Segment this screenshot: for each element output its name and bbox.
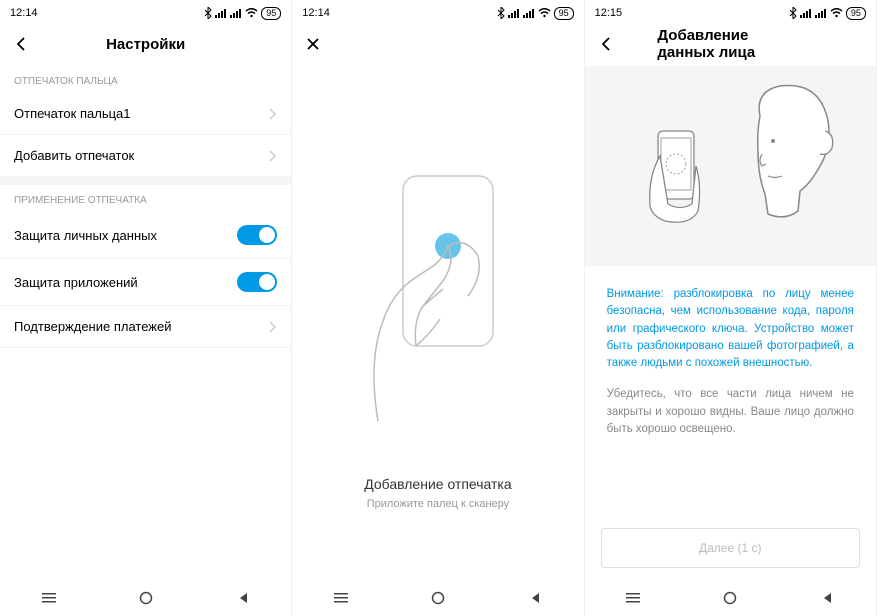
status-icons: 95 [497, 7, 574, 20]
face-warning: Внимание: разблокировка по лицу менее бе… [607, 286, 854, 372]
face-illustration [585, 66, 876, 266]
fp-subtitle: Приложите палец к сканеру [312, 498, 563, 510]
chevron-right-icon [267, 107, 277, 121]
bluetooth-icon [789, 7, 797, 19]
fp-title: Добавление отпечатка [312, 476, 563, 492]
signal-icon [215, 8, 227, 18]
face-text: Внимание: разблокировка по лицу менее бе… [585, 286, 876, 438]
nav-bar [585, 580, 876, 616]
status-bar: 12:14 95 [0, 0, 291, 22]
status-bar: 12:15 95 [585, 0, 876, 22]
nav-menu-icon[interactable] [625, 590, 641, 606]
nav-menu-icon[interactable] [41, 590, 57, 606]
item-label: Подтверждение платежей [14, 319, 172, 334]
battery-icon: 95 [554, 7, 574, 20]
chevron-right-icon [267, 149, 277, 163]
signal-icon [800, 8, 812, 18]
item-payments[interactable]: Подтверждение платежей [0, 306, 291, 348]
section-fingerprint: ОТПЕЧАТОК ПАЛЬЦА [0, 66, 291, 93]
section-usage: ПРИМЕНЕНИЕ ОТПЕЧАТКА [0, 185, 291, 212]
status-bar: 12:14 95 [292, 0, 583, 22]
time: 12:15 [595, 7, 623, 19]
bluetooth-icon [497, 7, 505, 19]
item-privacy[interactable]: Защита личных данных [0, 212, 291, 259]
header: Настройки [0, 22, 291, 66]
nav-menu-icon[interactable] [333, 590, 349, 606]
next-button[interactable]: Далее (1 с) [601, 528, 860, 568]
nav-bar [0, 580, 291, 616]
face-instruction: Убедитесь, что все части лица ничем не з… [607, 386, 854, 438]
nav-back-icon[interactable] [527, 590, 543, 606]
status-icons: 95 [789, 7, 866, 20]
section-gap [0, 177, 291, 185]
signal-icon-2 [815, 8, 827, 18]
close-icon[interactable] [304, 35, 322, 53]
toggle-privacy[interactable] [237, 225, 277, 245]
signal-icon-2 [523, 8, 535, 18]
page-title: Настройки [106, 36, 185, 53]
nav-home-icon[interactable] [722, 590, 738, 606]
wifi-icon [245, 8, 258, 18]
item-label: Защита личных данных [14, 228, 157, 243]
nav-back-icon[interactable] [235, 590, 251, 606]
item-label: Добавить отпечаток [14, 148, 134, 163]
bluetooth-icon [204, 7, 212, 19]
fingerprint-illustration [292, 66, 583, 476]
time: 12:14 [302, 7, 330, 19]
phone-settings: 12:14 95 Настройки ОТПЕЧАТОК ПАЛЬЦА Отпе… [0, 0, 292, 616]
nav-home-icon[interactable] [430, 590, 446, 606]
fingerprint-content: Добавление отпечатка Приложите палец к с… [292, 66, 583, 580]
back-icon[interactable] [597, 35, 615, 53]
fingerprint-text: Добавление отпечатка Приложите палец к с… [292, 476, 583, 530]
face-content: Внимание: разблокировка по лицу менее бе… [585, 66, 876, 580]
chevron-right-icon [267, 320, 277, 334]
item-label: Отпечаток пальца1 [14, 106, 131, 121]
time: 12:14 [10, 7, 38, 19]
item-fingerprint-1[interactable]: Отпечаток пальца1 [0, 93, 291, 135]
wifi-icon [830, 8, 843, 18]
signal-icon [508, 8, 520, 18]
page-title: Добавление данных лица [657, 27, 803, 61]
phone-face-data: 12:15 95 Добавление данных лица [585, 0, 877, 616]
back-icon[interactable] [12, 35, 30, 53]
settings-content: ОТПЕЧАТОК ПАЛЬЦА Отпечаток пальца1 Добав… [0, 66, 291, 580]
nav-back-icon[interactable] [819, 590, 835, 606]
battery-icon: 95 [846, 7, 866, 20]
header: Добавление данных лица [585, 22, 876, 66]
status-icons: 95 [204, 7, 281, 20]
header [292, 22, 583, 66]
signal-icon-2 [230, 8, 242, 18]
toggle-apps[interactable] [237, 272, 277, 292]
wifi-icon [538, 8, 551, 18]
phone-add-fingerprint: 12:14 95 Добавление отпечатка Приложите … [292, 0, 584, 616]
item-add-fingerprint[interactable]: Добавить отпечаток [0, 135, 291, 177]
item-label: Защита приложений [14, 275, 138, 290]
nav-home-icon[interactable] [138, 590, 154, 606]
battery-icon: 95 [261, 7, 281, 20]
nav-bar [292, 580, 583, 616]
item-apps[interactable]: Защита приложений [0, 259, 291, 306]
